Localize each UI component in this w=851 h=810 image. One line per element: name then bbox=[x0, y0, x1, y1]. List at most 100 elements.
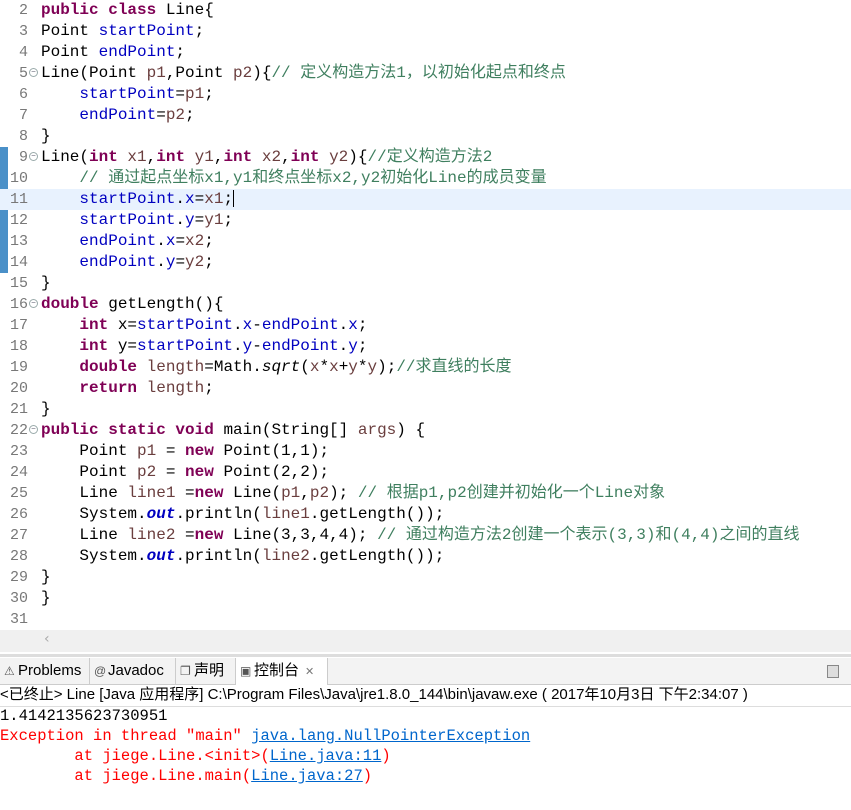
code-token: , bbox=[146, 148, 157, 166]
code-line[interactable]: 22− public static void main(String[] args… bbox=[0, 420, 851, 441]
code-token: x bbox=[165, 232, 176, 250]
code-line[interactable]: 19 double length=Math.sqrt(x*x+y*y);//求直… bbox=[0, 357, 851, 378]
tab-label: 声明 bbox=[194, 662, 225, 679]
code-token: Line( bbox=[41, 148, 90, 166]
code-token: . bbox=[175, 190, 186, 208]
line-number: 17 bbox=[9, 317, 28, 334]
code-token: * bbox=[357, 358, 368, 376]
fold-icon[interactable]: − bbox=[29, 152, 38, 161]
code-line[interactable]: 9− Line(int x1,int y1,int x2,int y2){//定义… bbox=[0, 147, 851, 168]
code-line[interactable]: 13 endPoint.x=x2; bbox=[0, 231, 851, 252]
stack-trace-line: at jiege.Line.main(Line.java:27) bbox=[0, 766, 372, 786]
code-token: ; bbox=[185, 106, 195, 124]
code-line[interactable]: 6 startPoint=p1; bbox=[0, 84, 851, 105]
code-line[interactable]: 7 endPoint=p2; bbox=[0, 105, 851, 126]
code-token: int bbox=[79, 337, 118, 355]
code-line[interactable]: 30} bbox=[0, 588, 851, 609]
code-token: y bbox=[185, 211, 195, 229]
code-line[interactable]: 21} bbox=[0, 399, 851, 420]
code-line[interactable]: 23 Point p1 = new Point(1,1); bbox=[0, 441, 851, 462]
code-token: ; bbox=[204, 253, 214, 271]
trace-link[interactable]: Line.java:11 bbox=[270, 747, 382, 765]
panel-divider[interactable] bbox=[0, 654, 851, 657]
code-token: . bbox=[156, 253, 166, 271]
code-token: Line bbox=[41, 484, 128, 502]
horizontal-scrollbar[interactable]: ‹ bbox=[0, 630, 851, 652]
code-token: p1 bbox=[137, 442, 157, 460]
code-line[interactable]: 16− double getLength(){ bbox=[0, 294, 851, 315]
code-token: . bbox=[338, 316, 349, 334]
fold-icon[interactable]: − bbox=[29, 299, 38, 308]
code-line[interactable]: 2 public class Line{ bbox=[0, 0, 851, 21]
trace-text: at jiege.Line.main( bbox=[0, 767, 252, 785]
code-text: Point startPoint; bbox=[41, 21, 204, 42]
code-text: Line(int x1,int y1,int x2,int y2){//定义构造… bbox=[41, 147, 492, 168]
code-text: endPoint=p2; bbox=[41, 105, 195, 126]
code-token: - bbox=[252, 337, 262, 355]
code-line[interactable]: 31 bbox=[0, 609, 851, 630]
code-text: } bbox=[41, 588, 51, 609]
code-line[interactable]: 18 int y=startPoint.y-endPoint.y; bbox=[0, 336, 851, 357]
code-token: endPoint bbox=[261, 337, 339, 355]
code-token: } bbox=[41, 568, 51, 586]
tab-Problems[interactable]: ⚠ Problems bbox=[0, 658, 90, 684]
code-line[interactable]: 29} bbox=[0, 567, 851, 588]
line-number: 10 bbox=[9, 170, 28, 187]
code-token: p2 bbox=[165, 106, 186, 124]
code-token: p2 bbox=[137, 463, 157, 481]
code-token: endPoint bbox=[261, 316, 339, 334]
tab-label: Javadoc bbox=[108, 662, 164, 679]
code-line[interactable]: 14 endPoint.y=y2; bbox=[0, 252, 851, 273]
tab-声明[interactable]: ❐ 声明 bbox=[176, 658, 236, 684]
code-token: startPoint bbox=[79, 211, 176, 229]
code-token: out bbox=[146, 505, 176, 523]
code-token: y bbox=[367, 358, 378, 376]
minimize-icon[interactable] bbox=[827, 665, 839, 678]
close-icon[interactable]: ✕ bbox=[305, 666, 314, 678]
code-token: int bbox=[89, 148, 128, 166]
line-number: 21 bbox=[9, 401, 28, 418]
code-line[interactable]: 4 Point endPoint; bbox=[0, 42, 851, 63]
code-line[interactable]: 3 Point startPoint; bbox=[0, 21, 851, 42]
trace-text: ) bbox=[362, 767, 373, 785]
trace-link[interactable]: Line.java:27 bbox=[251, 767, 363, 785]
code-line[interactable]: 25 Line line1 =new Line(p1,p2); // 根据p1,… bbox=[0, 483, 851, 504]
tab-label: Problems bbox=[18, 662, 82, 679]
line-number: 15 bbox=[9, 275, 28, 292]
code-line[interactable]: 24 Point p2 = new Point(2,2); bbox=[0, 462, 851, 483]
code-line[interactable]: 5− Line(Point p1,Point p2){// 定义构造方法1，以初始… bbox=[0, 63, 851, 84]
code-line[interactable]: 17 int x=startPoint.x-endPoint.x; bbox=[0, 315, 851, 336]
tab-Javadoc[interactable]: @ Javadoc bbox=[90, 658, 176, 684]
fold-icon[interactable]: − bbox=[29, 68, 38, 77]
code-token: ; bbox=[204, 379, 214, 397]
tab-控制台[interactable]: ▣ 控制台 ✕ bbox=[236, 658, 328, 685]
code-token: . bbox=[233, 316, 243, 334]
code-token: .getLength()); bbox=[309, 547, 445, 565]
code-line[interactable]: 10 // 通过起点坐标x1,y1和终点坐标x2,y2初始化Line的成员变量 bbox=[0, 168, 851, 189]
code-line[interactable]: 11 startPoint.x=x1; bbox=[0, 189, 851, 210]
line-number: 11 bbox=[9, 191, 28, 208]
code-text: Line line1 =new Line(p1,p2); // 根据p1,p2创… bbox=[41, 483, 665, 504]
code-line[interactable]: 27 Line line2 =new Line(3,3,4,4); // 通过构… bbox=[0, 525, 851, 546]
code-token: ; bbox=[194, 22, 205, 40]
scroll-left-icon[interactable]: ‹ bbox=[44, 631, 50, 647]
fold-icon[interactable]: − bbox=[29, 425, 38, 434]
code-line[interactable]: 15} bbox=[0, 273, 851, 294]
code-token: endPoint bbox=[79, 232, 157, 250]
code-token: int bbox=[290, 148, 330, 166]
code-editor[interactable]: 2 public class Line{3 Point startPoint; 4 Po… bbox=[0, 0, 851, 630]
code-line[interactable]: 8} bbox=[0, 126, 851, 147]
line-number: 30 bbox=[9, 590, 28, 607]
code-line[interactable]: 12 startPoint.y=y1; bbox=[0, 210, 851, 231]
code-token: line2 bbox=[261, 547, 310, 565]
line-number: 19 bbox=[9, 359, 28, 376]
code-token: //求直线的长度 bbox=[396, 358, 512, 376]
exception-link[interactable]: java.lang.NullPointerException bbox=[251, 727, 530, 745]
code-token: ); bbox=[377, 358, 397, 376]
code-line[interactable]: 26 System.out.println(line1.getLength())… bbox=[0, 504, 851, 525]
line-number: 4 bbox=[18, 44, 28, 61]
code-line[interactable]: 28 System.out.println(line2.getLength())… bbox=[0, 546, 851, 567]
code-line[interactable]: 20 return length; bbox=[0, 378, 851, 399]
